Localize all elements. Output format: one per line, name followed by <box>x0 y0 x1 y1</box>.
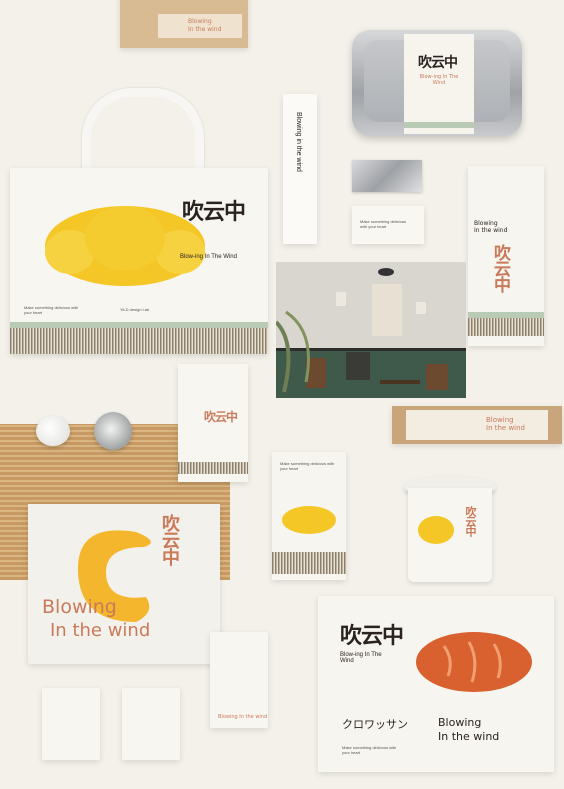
kraft-envelope-top: Blowing In the wind <box>120 0 248 48</box>
sandwich-bag-text: Make something delicious with your heart <box>280 461 335 471</box>
ice-cream-cup: 吹云中 <box>404 476 496 586</box>
tote-bag: 吹云中 Blow-ing In The Wind Make something … <box>10 168 268 354</box>
tin-green-band <box>404 122 474 128</box>
bread-box-brand-name: 吹云中 <box>340 624 404 649</box>
envelope-tagline-2: In the wind <box>188 26 222 33</box>
bread-box-footer: Make something delicious with your heart <box>342 745 397 755</box>
tin-tagline: Blow-ing In The Wind <box>419 74 459 86</box>
kraft-label: Blowing In the wind <box>406 410 548 440</box>
tin-box: 吹云中 Blow-ing In The Wind <box>352 30 522 136</box>
carton-brand-name: 吹云中 <box>490 244 510 292</box>
bread-box-tagline: Blow-ing In The Wind <box>340 652 382 664</box>
tote-brand-name: 吹云中 <box>182 200 246 225</box>
cup-croissant <box>418 516 454 544</box>
tote-stripes <box>10 328 268 354</box>
bread-box-jp: クロワッサン <box>342 718 408 731</box>
sachet-small-2 <box>122 688 180 760</box>
sleeve-tagline: Blowing in the wind <box>295 112 302 172</box>
sachet-small-1 <box>42 688 100 760</box>
bag-stripes <box>178 462 248 474</box>
cafe-photo <box>276 262 466 398</box>
bag-brand-name: 吹云中 <box>204 410 238 424</box>
bread-box-tagline-2: In the wind <box>438 730 500 743</box>
sachet-text: Make something delicious with your heart <box>360 219 407 229</box>
sachet-tall: Blowing In the wind <box>210 632 268 728</box>
cup-brand-name: 吹云中 <box>464 506 477 536</box>
kraft-tagline: Blowing In the wind <box>486 416 525 432</box>
cup-body: 吹云中 <box>408 488 492 582</box>
box-tagline-2: In the wind <box>50 620 151 641</box>
bread-illustration <box>416 632 532 692</box>
envelope-tagline: Blowing <box>188 18 212 25</box>
tin-label: 吹云中 Blow-ing In The Wind <box>404 34 474 134</box>
sandwich-stripes <box>272 552 346 574</box>
sachet-tall-tagline: Blowing In the wind <box>218 714 268 720</box>
box-tagline-1: Blowing <box>42 596 117 618</box>
tin-brand-name: 吹云中 <box>418 55 458 71</box>
sandwich-croissant <box>282 506 336 534</box>
tote-footer-design: YiLD design Lab <box>120 307 150 312</box>
carton-tagline: Blowing In the wind <box>474 220 508 234</box>
mini-jar <box>36 416 70 446</box>
milk-carton: Blowing In the wind 吹云中 <box>468 166 544 346</box>
mini-can <box>94 412 132 450</box>
large-box: 吹云中 Blowing In the wind <box>28 504 220 664</box>
sandwich-bag: Make something delicious with your heart <box>272 452 346 580</box>
envelope-label: Blowing In the wind <box>158 14 242 38</box>
chopstick-sleeve: Blowing in the wind <box>283 94 317 244</box>
box-brand-name: 吹云中 <box>159 514 180 565</box>
cafe-scene <box>276 262 466 398</box>
tote-footer-text: Make something delicious with your heart <box>24 305 79 315</box>
bread-box-tagline-1: Blowing <box>438 716 482 729</box>
bread-box: 吹云中 Blow-ing In The Wind クロワッサン Blowing … <box>318 596 554 772</box>
kraft-sleeve: Blowing In the wind <box>392 406 562 444</box>
tote-tagline: Blow-ing In The Wind <box>180 254 237 260</box>
foil-packet <box>352 160 422 192</box>
carton-stripes <box>468 318 544 336</box>
wipe-sachet: Make something delicious with your heart <box>352 206 424 244</box>
paper-bag: 吹云中 <box>178 364 248 482</box>
